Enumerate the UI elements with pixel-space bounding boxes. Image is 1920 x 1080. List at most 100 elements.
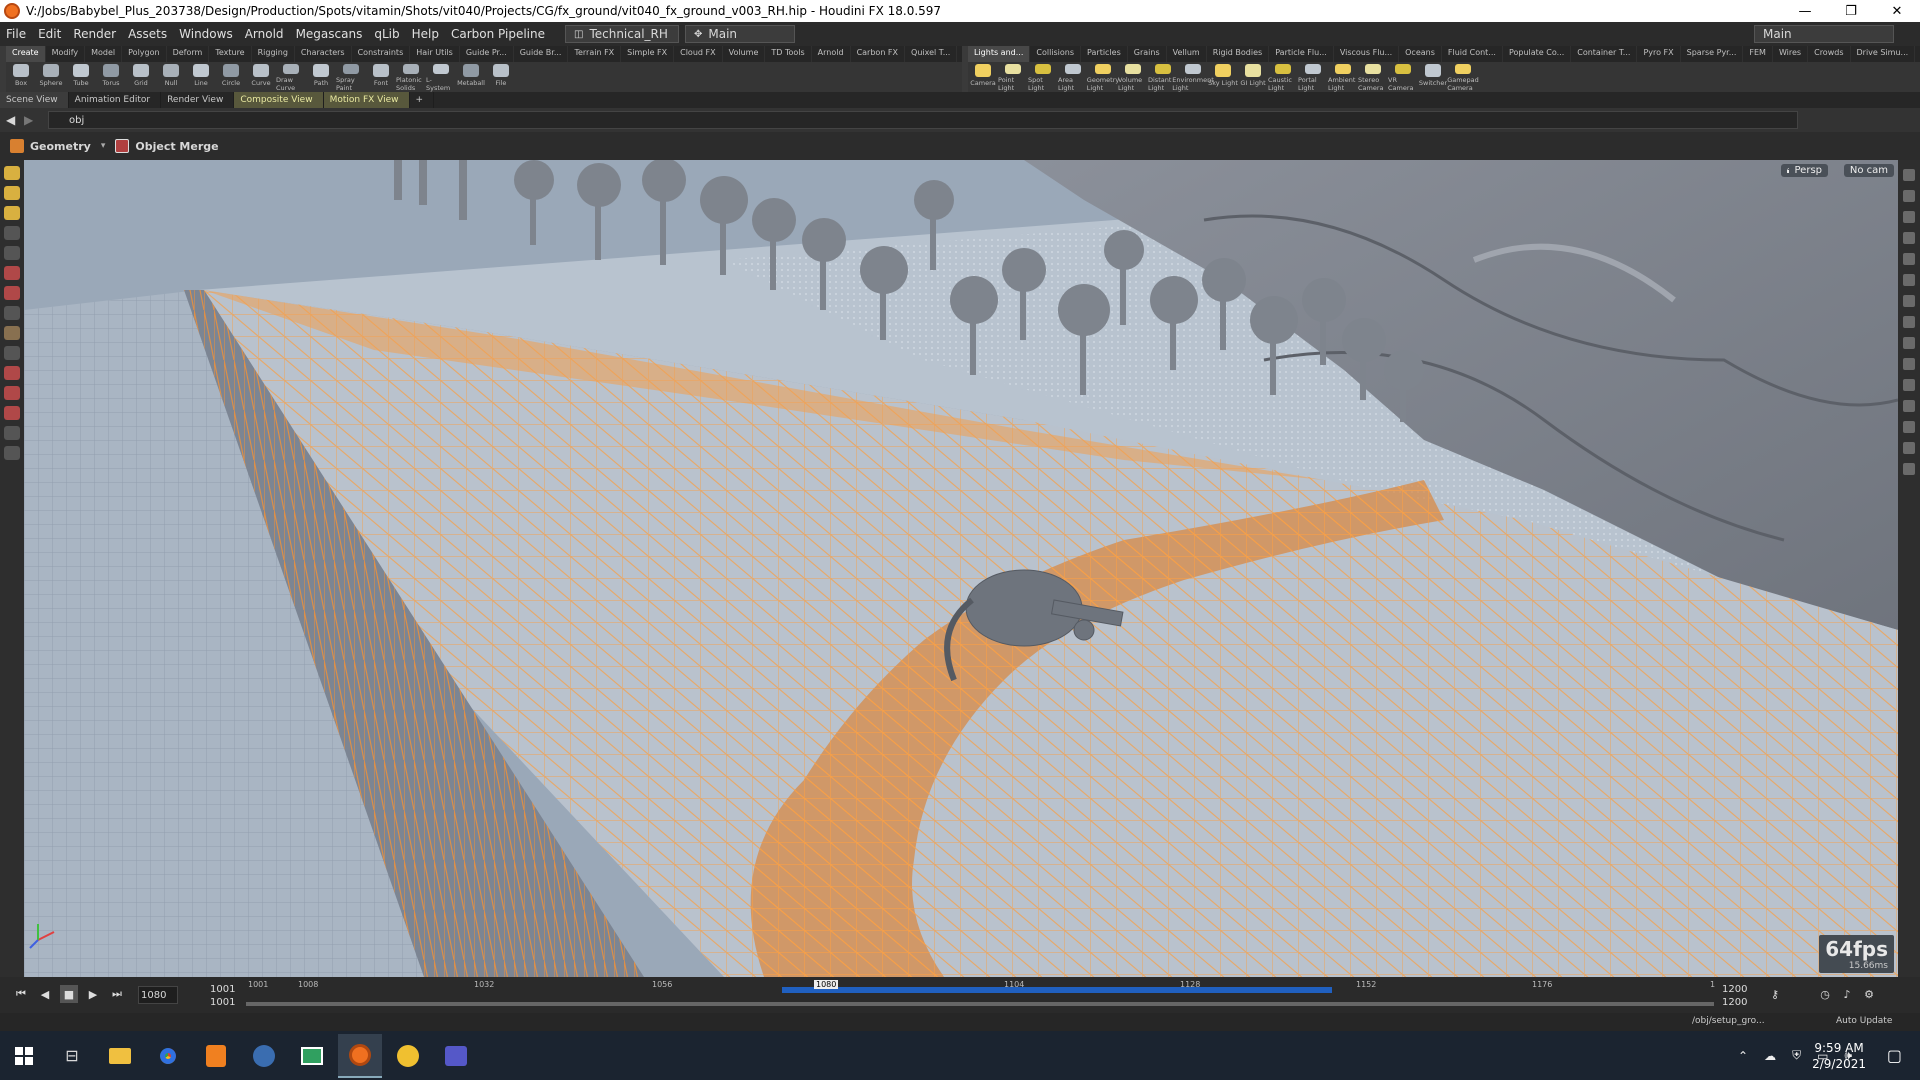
menu-edit[interactable]: Edit	[32, 27, 67, 41]
tab-composite-view[interactable]: Composite View	[234, 92, 324, 108]
shelf-tab-texture[interactable]: Texture	[209, 46, 252, 62]
jump-end-icon[interactable]: ⏭	[108, 985, 126, 1003]
shelf-tab-grains[interactable]: Grains	[1128, 46, 1167, 62]
windows-start-icon[interactable]	[2, 1034, 46, 1078]
shelf-tab-hair-utils[interactable]: Hair Utils	[410, 46, 460, 62]
shelf-tab-cloud-fx[interactable]: Cloud FX	[674, 46, 723, 62]
jump-start-icon[interactable]: ⏮	[12, 985, 30, 1003]
file-explorer-icon[interactable]	[98, 1034, 142, 1078]
end-frame-field[interactable]: 1200	[1722, 984, 1747, 995]
tool-volume-light[interactable]: Volume Light	[1118, 62, 1148, 92]
menu-assets[interactable]: Assets	[122, 27, 173, 41]
shelf-tab-sparse-pyr[interactable]: Sparse Pyr...	[1681, 46, 1744, 62]
context-selector[interactable]: ✥ Main	[684, 25, 795, 43]
normals-icon[interactable]	[1903, 316, 1915, 328]
menu-windows[interactable]: Windows	[173, 27, 239, 41]
shelf-tab-fluid-cont[interactable]: Fluid Cont...	[1442, 46, 1503, 62]
visibility-toggle-icon[interactable]	[1903, 232, 1915, 244]
light-icon[interactable]	[1903, 274, 1915, 286]
step-back-icon[interactable]: ◀	[36, 985, 54, 1003]
magnet-icon[interactable]	[4, 326, 20, 340]
tool-caustic-light[interactable]: Caustic Light	[1268, 62, 1298, 92]
shelf-tab-carbon-fx[interactable]: Carbon FX	[851, 46, 906, 62]
tool-point-light[interactable]: Point Light	[998, 62, 1028, 92]
shelf-tab-characters[interactable]: Characters	[295, 46, 352, 62]
grid-toggle-icon[interactable]	[1903, 400, 1915, 412]
tool-null[interactable]: Null	[156, 62, 186, 92]
taskbar-clock[interactable]: 9:59 AM 2/9/2021	[1812, 1040, 1866, 1072]
tab-render-view[interactable]: Render View	[161, 92, 235, 108]
object-merge-node[interactable]: Object Merge	[115, 139, 219, 153]
shelf-tab-crowds[interactable]: Crowds	[1808, 46, 1851, 62]
current-frame-field[interactable]: 1080	[138, 986, 178, 1004]
menu-help[interactable]: Help	[406, 27, 445, 41]
shelf-tab-container-t[interactable]: Container T...	[1571, 46, 1638, 62]
tool-portal-light[interactable]: Portal Light	[1298, 62, 1328, 92]
start-frame-field-2[interactable]: 1001	[210, 997, 235, 1008]
network-path-field[interactable]: obj	[48, 111, 1798, 129]
shelf-tab-guide-pr[interactable]: Guide Pr...	[460, 46, 514, 62]
tray-app-icon[interactable]: ☁	[1764, 1049, 1776, 1063]
close-button[interactable]: ✕	[1874, 0, 1920, 22]
shelf-tab-model[interactable]: Model	[85, 46, 123, 62]
houdini-taskbar-icon[interactable]	[338, 1033, 382, 1078]
points-icon[interactable]	[1903, 295, 1915, 307]
sublime-icon[interactable]	[194, 1034, 238, 1078]
menu-arnold[interactable]: Arnold	[239, 27, 290, 41]
shelf-tab-lights-and[interactable]: Lights and...	[968, 46, 1031, 62]
shelf-tab-guide-br[interactable]: Guide Br...	[514, 46, 569, 62]
tool-sphere[interactable]: Sphere	[36, 62, 66, 92]
projection-menu[interactable]: Persp	[1788, 164, 1828, 177]
snapshot-icon[interactable]	[1903, 421, 1915, 433]
home-icon[interactable]	[1903, 379, 1915, 391]
key-icon[interactable]: ⚷	[1766, 985, 1784, 1003]
tool-font[interactable]: Font	[366, 62, 396, 92]
tool-file[interactable]: File	[486, 62, 516, 92]
chrome-icon[interactable]	[146, 1034, 190, 1078]
selection-mode-icon[interactable]	[4, 446, 20, 460]
realtime-icon[interactable]: ◷	[1816, 985, 1834, 1003]
camera-icon[interactable]	[1903, 253, 1915, 265]
start-frame-field[interactable]: 1001	[210, 984, 235, 995]
tool-gamepad-camera[interactable]: Gamepad Camera	[1447, 62, 1479, 92]
tool-line[interactable]: Line	[186, 62, 216, 92]
shelf-tab-oceans[interactable]: Oceans	[1399, 46, 1442, 62]
tool-draw-curve[interactable]: Draw Curve	[276, 62, 306, 92]
shelf-tab-drive-simu[interactable]: Drive Simu...	[1851, 46, 1916, 62]
tool-l-system[interactable]: L-System	[426, 62, 456, 92]
tool-area-light[interactable]: Area Light	[1058, 62, 1088, 92]
shelf-tab-particle-flu[interactable]: Particle Flu...	[1269, 46, 1334, 62]
shelf-tab-constraints[interactable]: Constraints	[352, 46, 411, 62]
auto-update-menu[interactable]: Auto Update	[1836, 1016, 1892, 1026]
visibility-icon[interactable]	[4, 426, 20, 440]
display-options-icon[interactable]	[1903, 169, 1915, 181]
shelf-tab-quixel-t[interactable]: Quixel T...	[905, 46, 958, 62]
shelf-tab-collisions[interactable]: Collisions	[1030, 46, 1082, 62]
shelf-tab-rigging[interactable]: Rigging	[252, 46, 295, 62]
audio-icon[interactable]: ♪	[1838, 985, 1856, 1003]
tool-circle[interactable]: Circle	[216, 62, 246, 92]
tool-path[interactable]: Path	[306, 62, 336, 92]
shelf-tab-polygon[interactable]: Polygon	[122, 46, 167, 62]
scene-viewport[interactable]: 🔒︎ Persp No cam 64fps 15.66ms	[24, 160, 1898, 977]
tab-motion-fx-view[interactable]: Motion FX View	[323, 92, 410, 108]
lock-icon[interactable]	[4, 246, 20, 260]
desktop-selector[interactable]: ◫ Technical_RH	[564, 25, 679, 43]
pose-tool-icon[interactable]	[4, 226, 20, 240]
tool-box[interactable]: Box	[6, 62, 36, 92]
shelf-tab-populate-co[interactable]: Populate Co...	[1503, 46, 1572, 62]
tool-grid[interactable]: Grid	[126, 62, 156, 92]
snap-grid-icon[interactable]	[4, 286, 20, 300]
tool-sky-light[interactable]: Sky Light	[1208, 62, 1238, 92]
monitor-app-icon[interactable]	[290, 1034, 334, 1078]
tool-ambient-light[interactable]: Ambient Light	[1328, 62, 1358, 92]
shelf-tab-td-tools[interactable]: TD Tools	[765, 46, 812, 62]
tool-camera[interactable]: Camera	[968, 62, 998, 92]
shading-icon[interactable]	[1903, 211, 1915, 223]
timeline-track[interactable]: 1001 1008 1032 1056 1080 1104 1128 1152 …	[246, 977, 1715, 1013]
tool-stereo-camera[interactable]: Stereo Camera	[1358, 62, 1388, 92]
shelf-tab-vellum[interactable]: Vellum	[1167, 46, 1207, 62]
shelf-tab-volume[interactable]: Volume	[723, 46, 766, 62]
flipbook-icon[interactable]	[1903, 442, 1915, 454]
forward-arrow-icon[interactable]: ▶	[24, 113, 33, 127]
